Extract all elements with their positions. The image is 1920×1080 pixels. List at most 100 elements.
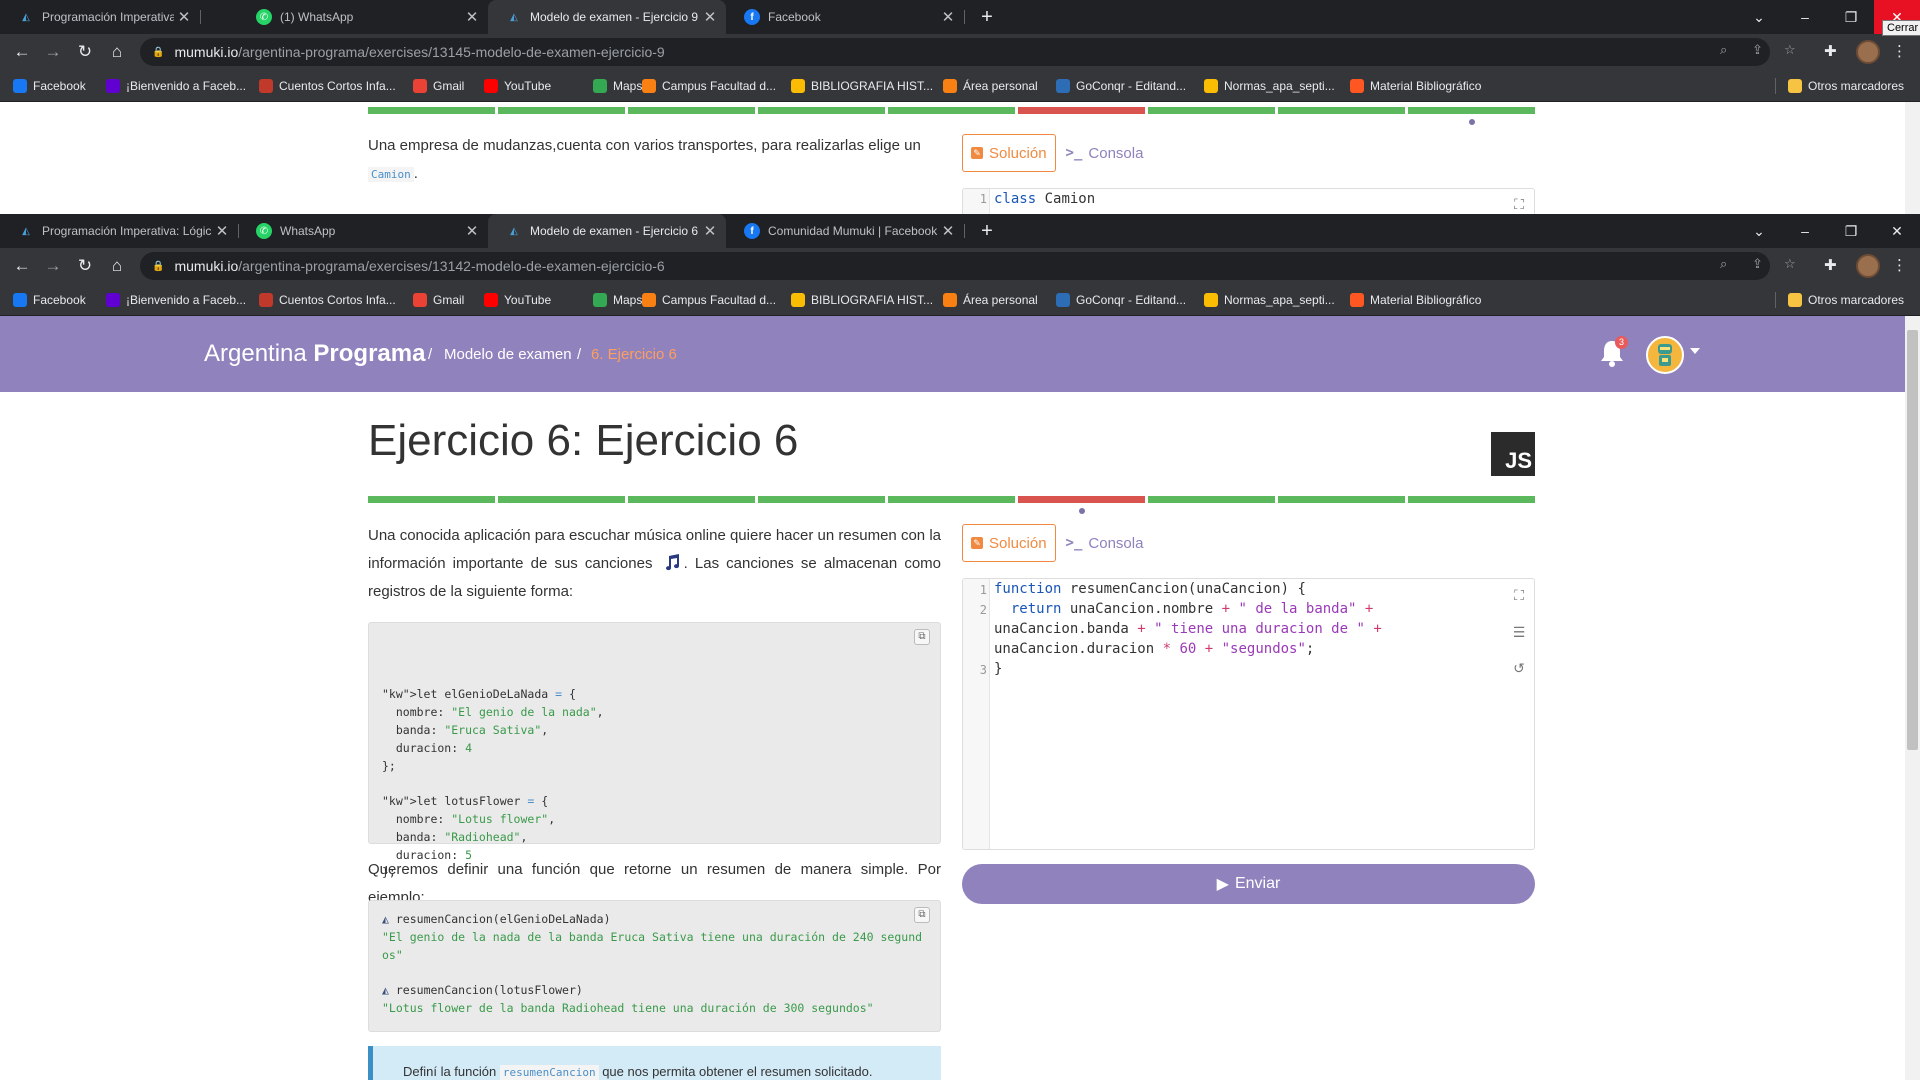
bookmark-moodle-8[interactable]: Área personal: [943, 70, 1038, 102]
submit-button[interactable]: ▶ Enviar: [962, 864, 1535, 904]
bookmark-blogger-11[interactable]: Material Bibliográfico: [1350, 70, 1481, 102]
close-tab-icon[interactable]: ✕: [938, 222, 958, 240]
other-bookmarks-folder[interactable]: Otros marcadores: [1788, 284, 1904, 316]
bookmark-yahoo-1[interactable]: ¡Bienvenido a Faceb...: [106, 70, 246, 102]
progress-segment-passed[interactable]: [888, 496, 1015, 503]
progress-segment-passed[interactable]: [1278, 107, 1405, 114]
breadcrumb-modelo-examen[interactable]: Modelo de examen: [444, 346, 572, 363]
back-icon[interactable]: ←: [10, 40, 34, 64]
tab-facebook[interactable]: f Facebook ✕: [726, 0, 964, 34]
close-tab-icon[interactable]: ✕: [700, 222, 720, 240]
progress-segment-passed[interactable]: [758, 496, 885, 503]
fullscreen-icon[interactable]: ⛶: [1511, 196, 1527, 212]
close-tab-icon[interactable]: ✕: [938, 8, 958, 26]
progress-segment-passed[interactable]: [1148, 107, 1275, 114]
menu-kebab-icon[interactable]: ⋮: [1892, 256, 1907, 274]
fullscreen-icon[interactable]: ⛶: [1511, 587, 1527, 603]
close-tab-icon[interactable]: ✕: [462, 8, 482, 26]
code-editor[interactable]: 1 class Camion ⛶: [962, 188, 1535, 214]
address-bar[interactable]: 🔒 mumuki.io/argentina-programa/exercises…: [140, 252, 1770, 280]
reload-icon[interactable]: ↻: [73, 40, 97, 64]
reset-code-icon[interactable]: ↺: [1511, 660, 1527, 676]
extensions-icon[interactable]: ✚: [1824, 42, 1837, 60]
progress-segment-passed[interactable]: [888, 107, 1015, 114]
format-code-icon[interactable]: ☰: [1511, 624, 1527, 640]
progress-segment-passed[interactable]: [498, 496, 625, 503]
tab-whatsapp[interactable]: ✆ WhatsApp ✕: [238, 214, 488, 248]
bookmark-facebook-0[interactable]: Facebook: [13, 70, 86, 102]
code-editor[interactable]: 1 2 3 function resumenCancion(unaCancion…: [962, 578, 1535, 850]
bookmark-gmail-3[interactable]: Gmail: [413, 284, 464, 316]
bookmark-moodle-6[interactable]: Campus Facultad d...: [642, 284, 776, 316]
home-icon[interactable]: ⌂: [105, 40, 129, 64]
minimize-button[interactable]: –: [1782, 0, 1828, 34]
tab-solution[interactable]: ✎ Solución: [962, 524, 1056, 562]
minimize-button[interactable]: –: [1782, 214, 1828, 248]
copy-icon[interactable]: ⧉: [914, 907, 930, 923]
scrollbar-thumb[interactable]: [1907, 330, 1918, 750]
bookmark-facebook-0[interactable]: Facebook: [13, 284, 86, 316]
progress-segment-passed[interactable]: [628, 107, 755, 114]
bookmark-drive-10[interactable]: Normas_apa_septi...: [1204, 70, 1335, 102]
bookmark-yahoo-1[interactable]: ¡Bienvenido a Faceb...: [106, 284, 246, 316]
progress-segment-passed[interactable]: [1278, 496, 1405, 503]
bookmark-book-2[interactable]: Cuentos Cortos Infa...: [259, 70, 396, 102]
bookmark-moodle-8[interactable]: Área personal: [943, 284, 1038, 316]
page-scrollbar[interactable]: [1905, 316, 1920, 1080]
close-tab-icon[interactable]: ✕: [462, 222, 482, 240]
bookmark-drive-10[interactable]: Normas_apa_septi...: [1204, 284, 1335, 316]
zoom-icon[interactable]: ⌕: [1720, 256, 1727, 272]
tab-comunidad-facebook[interactable]: f Comunidad Mumuki | Facebook ✕: [726, 214, 964, 248]
menu-kebab-icon[interactable]: ⋮: [1892, 42, 1907, 60]
bookmark-drive-7[interactable]: BIBLIOGRAFIA HIST...: [791, 284, 933, 316]
tab-solution[interactable]: ✎ Solución: [962, 134, 1056, 172]
progress-segment-passed[interactable]: [1148, 496, 1275, 503]
bookmark-maps-5[interactable]: Maps: [593, 284, 642, 316]
tab-search-button[interactable]: ⌄: [1736, 214, 1782, 248]
bookmark-blogger-11[interactable]: Material Bibliográfico: [1350, 284, 1481, 316]
progress-segment-passed[interactable]: [758, 107, 885, 114]
reload-icon[interactable]: ↻: [73, 254, 97, 278]
bookmark-drive-7[interactable]: BIBLIOGRAFIA HIST...: [791, 70, 933, 102]
tab-programacion[interactable]: ◭ Programación Imperativa: Lógica ✕: [0, 0, 200, 34]
bookmark-gmail-3[interactable]: Gmail: [413, 70, 464, 102]
share-icon[interactable]: ⇪: [1752, 256, 1763, 272]
progress-segment-failed[interactable]: [1018, 107, 1145, 114]
profile-avatar[interactable]: [1856, 254, 1880, 278]
bookmark-moodle-6[interactable]: Campus Facultad d...: [642, 70, 776, 102]
forward-icon[interactable]: →: [41, 254, 65, 278]
progress-segment-passed[interactable]: [368, 496, 495, 503]
bookmark-goconqr-9[interactable]: GoConqr - Editand...: [1056, 284, 1186, 316]
bookmark-youtube-4[interactable]: YouTube: [484, 70, 551, 102]
chevron-down-icon[interactable]: [1690, 348, 1700, 354]
maximize-button[interactable]: ❐: [1828, 0, 1874, 34]
tab-ejercicio-6[interactable]: ◭ Modelo de examen - Ejercicio 6 ✕: [488, 214, 726, 248]
bookmark-star-icon[interactable]: ☆: [1784, 42, 1796, 58]
progress-segment-passed[interactable]: [1408, 107, 1535, 114]
forward-icon[interactable]: →: [41, 40, 65, 64]
address-bar[interactable]: 🔒 mumuki.io/argentina-programa/exercises…: [140, 38, 1770, 66]
bookmark-goconqr-9[interactable]: GoConqr - Editand...: [1056, 70, 1186, 102]
bookmark-star-icon[interactable]: ☆: [1784, 256, 1796, 272]
close-tab-icon[interactable]: ✕: [174, 8, 194, 26]
progress-segment-failed[interactable]: [1018, 496, 1145, 503]
bookmark-maps-5[interactable]: Maps: [593, 70, 642, 102]
new-tab-button[interactable]: +: [975, 218, 999, 244]
bookmark-book-2[interactable]: Cuentos Cortos Infa...: [259, 284, 396, 316]
progress-segment-passed[interactable]: [368, 107, 495, 114]
zoom-icon[interactable]: ⌕: [1720, 42, 1727, 58]
home-icon[interactable]: ⌂: [105, 254, 129, 278]
close-window-button[interactable]: ✕: [1874, 214, 1920, 248]
tab-console[interactable]: >_ Consola: [1056, 134, 1154, 172]
bookmark-youtube-4[interactable]: YouTube: [484, 284, 551, 316]
share-icon[interactable]: ⇪: [1752, 42, 1763, 58]
tab-programacion[interactable]: ◭ Programación Imperativa: Lógica ✕: [0, 214, 238, 248]
new-tab-button[interactable]: +: [975, 4, 999, 30]
progress-segment-passed[interactable]: [498, 107, 625, 114]
progress-segment-passed[interactable]: [1408, 496, 1535, 503]
page-scrollbar[interactable]: [1905, 102, 1920, 214]
extensions-icon[interactable]: ✚: [1824, 256, 1837, 274]
tab-console[interactable]: >_ Consola: [1056, 524, 1154, 562]
tab-search-button[interactable]: ⌄: [1736, 0, 1782, 34]
other-bookmarks-folder[interactable]: Otros marcadores: [1788, 70, 1904, 102]
